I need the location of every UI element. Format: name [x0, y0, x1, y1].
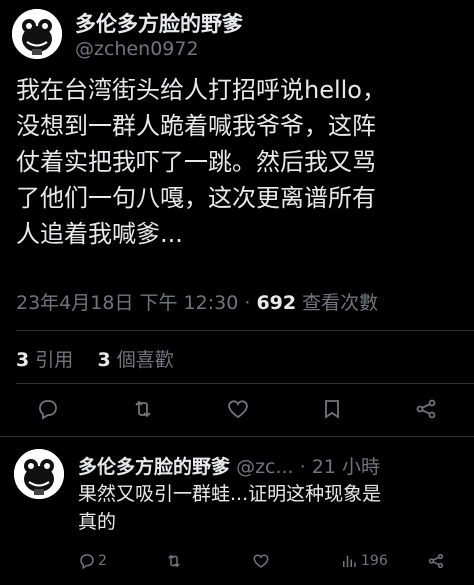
divider	[16, 330, 474, 331]
reply-views-count: 196	[361, 553, 388, 569]
heart-icon[interactable]	[226, 397, 250, 421]
tweet-line: 了他们一句八嘎，这次更离谱所有	[16, 184, 376, 212]
likes-label: 個喜歡	[116, 349, 174, 371]
reply-separator: ·	[299, 456, 306, 478]
reply-avatar[interactable]	[14, 449, 64, 499]
tweet-line: 人追着我喊爹...	[16, 220, 183, 248]
tweet-stats: 3 引用 3 個喜歡	[16, 345, 174, 372]
frog-avatar-icon	[14, 449, 64, 499]
views-label: 查看次數	[302, 292, 379, 314]
share-icon[interactable]	[414, 397, 438, 421]
quotes-count: 3	[16, 349, 30, 371]
author-name[interactable]: 多伦多方脸的野爹	[75, 8, 243, 38]
quotes-stat[interactable]: 3 引用	[16, 349, 73, 371]
tweet-text: 我在台湾街头给人打招呼说hello， 没想到一群人跪着喊我爷爷，这阵 仗着实把我…	[16, 72, 471, 252]
reply-text: 果然又吸引一群蛙...证明这种现象是 真的	[78, 480, 468, 536]
reply-line: 果然又吸引一群蛙...证明这种现象是	[78, 483, 382, 505]
reply-retweet-icon[interactable]	[165, 552, 183, 570]
author-handle[interactable]: @zchen0972	[75, 38, 199, 60]
tweet-date[interactable]: 23年4月18日	[16, 292, 133, 314]
views-count: 692	[256, 292, 297, 314]
reply-icon[interactable]	[36, 397, 60, 421]
avatar[interactable]	[12, 9, 62, 59]
reply-time[interactable]: 21 小時	[312, 456, 380, 478]
tweet-line: 没想到一群人跪着喊我爷爷，这阵	[16, 112, 376, 140]
reply-header: 多伦多方脸的野爹 @zc... · 21 小時	[78, 452, 380, 479]
likes-stat[interactable]: 3 個喜歡	[97, 349, 173, 371]
bookmark-icon[interactable]	[320, 397, 344, 421]
quotes-label: 引用	[35, 349, 74, 371]
divider	[16, 383, 474, 384]
tweet-line: 仗着实把我吓了一跳。然后我又骂	[16, 148, 376, 176]
reply-author-handle[interactable]: @zc...	[236, 456, 294, 478]
likes-count: 3	[97, 349, 111, 371]
reply-count: 2	[98, 553, 107, 569]
meta-separator: ·	[244, 292, 251, 314]
reply-line: 真的	[78, 511, 117, 533]
reply-heart-icon[interactable]	[252, 552, 270, 570]
tweet-time[interactable]: 下午 12:30	[140, 292, 239, 314]
reply-reply-icon[interactable]: 2	[78, 552, 107, 570]
reply-share-icon[interactable]	[427, 552, 445, 570]
reply-views-icon[interactable]: 196	[340, 552, 388, 570]
tweet-line: 我在台湾街头给人打招呼说hello，	[16, 76, 386, 104]
frog-avatar-icon	[12, 9, 62, 59]
divider	[0, 436, 474, 437]
tweet-meta: 23年4月18日 下午 12:30 · 692 查看次數	[16, 288, 378, 315]
reply-author-name[interactable]: 多伦多方脸的野爹	[78, 456, 230, 478]
retweet-icon[interactable]	[131, 397, 155, 421]
